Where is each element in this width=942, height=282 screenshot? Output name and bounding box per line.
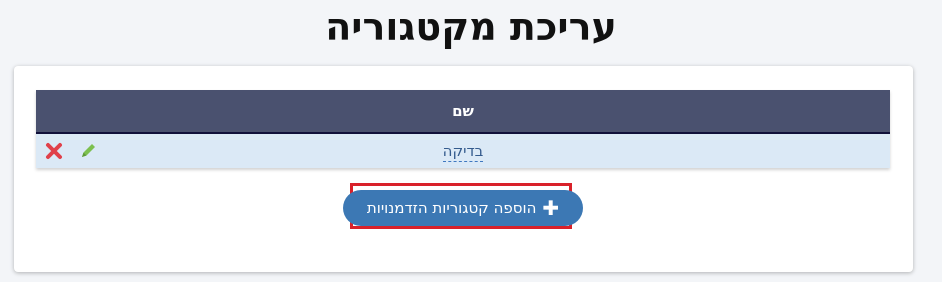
category-name-link[interactable]: בדיקה: [442, 142, 484, 162]
table-row: בדיקה: [36, 134, 890, 168]
plus-icon: ✚: [542, 196, 560, 220]
categories-card: שם בדיקה ✚ הוספה קטגוריות הזדמנויות: [14, 66, 913, 272]
add-category-button[interactable]: ✚ הוספה קטגוריות הזדמנויות: [343, 190, 583, 226]
categories-table: שם בדיקה: [36, 90, 890, 168]
column-header-name: שם: [36, 90, 890, 134]
category-name-cell: בדיקה: [36, 134, 890, 168]
page-title: עריכת מקטגוריה: [325, 5, 617, 49]
add-category-label: הוספה קטגוריות הזדמנויות: [366, 199, 537, 217]
